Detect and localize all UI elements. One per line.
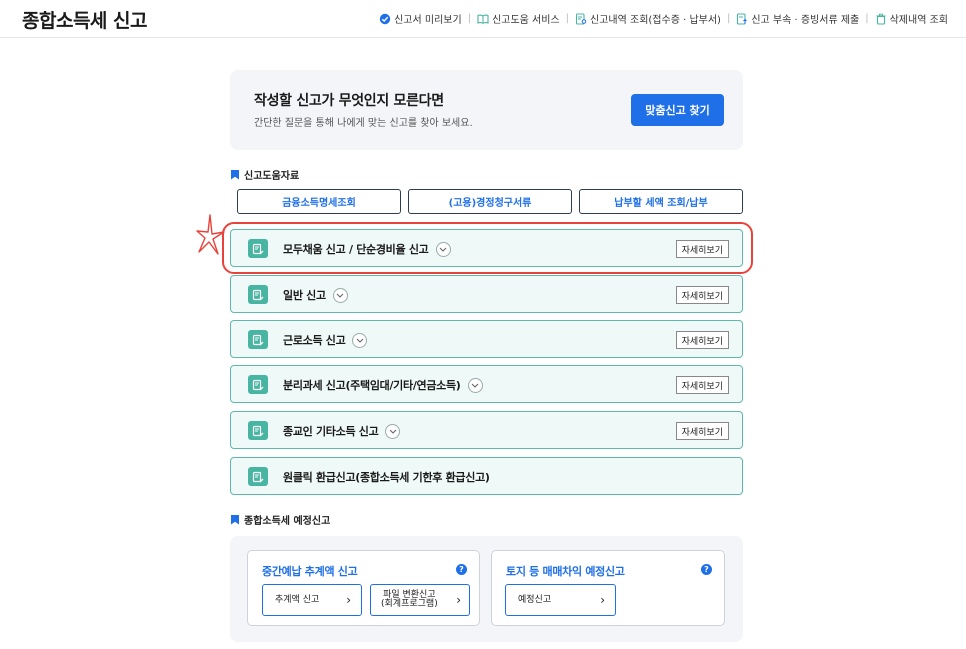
filing-row-one-click-refund[interactable]: 원클릭 환급신고(종합소득세 기한후 환급신고)	[230, 457, 743, 495]
top-bar: 종합소득세 신고 신고서 미리보기 | 신고도움 서비스 | 신고내역 조회(접…	[0, 0, 966, 38]
filing-row-label: 근로소득 신고	[283, 332, 368, 348]
estimate-section: 중간예납 추계액 신고 ? 추계액 신고 › 파일 변환신고 (회계프로그램) …	[230, 536, 743, 642]
file-conversion-filing-button[interactable]: 파일 변환신고 (회계프로그램) ›	[370, 584, 470, 616]
document-edit-icon	[248, 467, 268, 486]
nav-history-label: 신고내역 조회(접수증 · 납부서)	[590, 15, 721, 26]
help-question-icon[interactable]: ?	[701, 564, 712, 575]
page-title: 종합소득세 신고	[22, 10, 147, 32]
nav-divider: |	[865, 13, 869, 24]
card-title: 중간예납 추계액 신고	[262, 565, 358, 578]
chevron-right-icon: ›	[456, 593, 461, 607]
correction-claim-docs-button[interactable]: (고용)경정청구서류	[408, 189, 572, 214]
filing-row-simple[interactable]: 모두채움 신고 / 단순경비율 신고 자세히보기	[230, 229, 743, 267]
filing-row-religious[interactable]: 종교인 기타소득 신고 자세히보기	[230, 411, 743, 449]
financial-income-lookup-button[interactable]: 금융소득명세조회	[237, 189, 401, 214]
chevron-down-icon[interactable]	[352, 332, 368, 348]
bookmark-icon	[231, 169, 239, 180]
nav-submit-docs-label: 신고 부속 · 증빙서류 제출	[751, 15, 860, 26]
guide-banner: 작성할 신고가 무엇인지 모른다면 간단한 질문을 통해 나에게 맞는 신고를 …	[230, 70, 743, 150]
help-section-heading: 신고도움자료	[231, 167, 299, 182]
filing-row-label: 일반 신고	[283, 287, 348, 303]
chevron-right-icon: ›	[346, 593, 351, 607]
top-nav: 신고서 미리보기 | 신고도움 서비스 | 신고내역 조회(접수증 · 납부서)…	[379, 11, 948, 26]
document-edit-icon	[248, 285, 268, 304]
nav-deleted[interactable]: 삭제내역 조회	[875, 11, 948, 26]
filing-row-label: 종교인 기타소득 신고	[283, 423, 401, 439]
check-circle-icon	[379, 13, 391, 25]
document-edit-icon	[248, 421, 268, 440]
filing-row-earned-income[interactable]: 근로소득 신고 자세히보기	[230, 320, 743, 358]
interim-prepayment-card: 중간예납 추계액 신고 ? 추계액 신고 › 파일 변환신고 (회계프로그램) …	[247, 550, 480, 626]
filing-row-label: 모두채움 신고 / 단순경비율 신고	[283, 241, 451, 257]
nav-divider: |	[726, 13, 731, 24]
help-buttons: 금융소득명세조회 (고용)경정청구서류 납부할 세액 조회/납부	[237, 189, 743, 214]
details-button[interactable]: 자세히보기	[675, 422, 729, 440]
nav-history[interactable]: 신고내역 조회(접수증 · 납부서)	[575, 11, 721, 26]
filing-row-general[interactable]: 일반 신고 자세히보기	[230, 275, 743, 313]
estimate-section-heading-text: 종합소득세 예정신고	[244, 516, 331, 527]
document-search-icon	[575, 12, 587, 25]
nav-deleted-label: 삭제내역 조회	[889, 15, 948, 26]
chevron-down-icon[interactable]	[435, 241, 451, 257]
details-button[interactable]: 자세히보기	[675, 240, 729, 258]
details-button[interactable]: 자세히보기	[675, 331, 729, 349]
filing-row-label: 원클릭 환급신고(종합소득세 기한후 환급신고)	[283, 471, 490, 484]
nav-help-service-label: 신고도움 서비스	[492, 15, 560, 26]
filing-row-separate-tax[interactable]: 분리과세 신고(주택임대/기타/연금소득) 자세히보기	[230, 365, 743, 403]
banner-subtitle: 간단한 질문을 통해 나에게 맞는 신고를 찾아 보세요.	[254, 118, 473, 129]
banner-title: 작성할 신고가 무엇인지 모른다면	[254, 93, 444, 109]
help-question-icon[interactable]: ?	[456, 564, 467, 575]
details-button[interactable]: 자세히보기	[675, 376, 729, 394]
chevron-down-icon[interactable]	[467, 377, 483, 393]
nav-help-service[interactable]: 신고도움 서비스	[477, 11, 560, 26]
trash-icon	[875, 13, 887, 25]
filing-row-label: 분리과세 신고(주택임대/기타/연금소득)	[283, 377, 483, 393]
land-sale-gain-card: 토지 등 매매차익 예정신고 ? 예정신고 ›	[491, 550, 725, 626]
star-annotation-icon	[196, 214, 225, 255]
preliminary-filing-button[interactable]: 예정신고 ›	[505, 584, 616, 616]
chevron-down-icon[interactable]	[332, 287, 348, 303]
document-edit-icon	[248, 239, 268, 258]
find-custom-filing-button[interactable]: 맞춤신고 찾기	[631, 94, 724, 126]
nav-divider: |	[565, 13, 570, 24]
estimate-section-heading: 종합소득세 예정신고	[231, 512, 330, 527]
tax-payment-lookup-button[interactable]: 납부할 세액 조회/납부	[579, 189, 743, 214]
nav-preview[interactable]: 신고서 미리보기	[379, 11, 462, 26]
details-button[interactable]: 자세히보기	[675, 286, 729, 304]
document-upload-icon	[736, 12, 748, 25]
help-section-heading-text: 신고도움자료	[244, 171, 300, 182]
document-edit-icon	[248, 330, 268, 349]
bookmark-icon	[231, 514, 239, 525]
chevron-right-icon: ›	[600, 593, 605, 607]
nav-submit-docs[interactable]: 신고 부속 · 증빙서류 제출	[736, 11, 859, 26]
document-edit-icon	[248, 375, 268, 394]
nav-preview-label: 신고서 미리보기	[394, 15, 462, 26]
chevron-down-icon[interactable]	[385, 423, 401, 439]
estimated-amount-filing-button[interactable]: 추계액 신고 ›	[262, 584, 362, 616]
nav-divider: |	[467, 13, 472, 24]
card-title: 토지 등 매매차익 예정신고	[506, 565, 625, 578]
book-icon	[477, 13, 489, 25]
